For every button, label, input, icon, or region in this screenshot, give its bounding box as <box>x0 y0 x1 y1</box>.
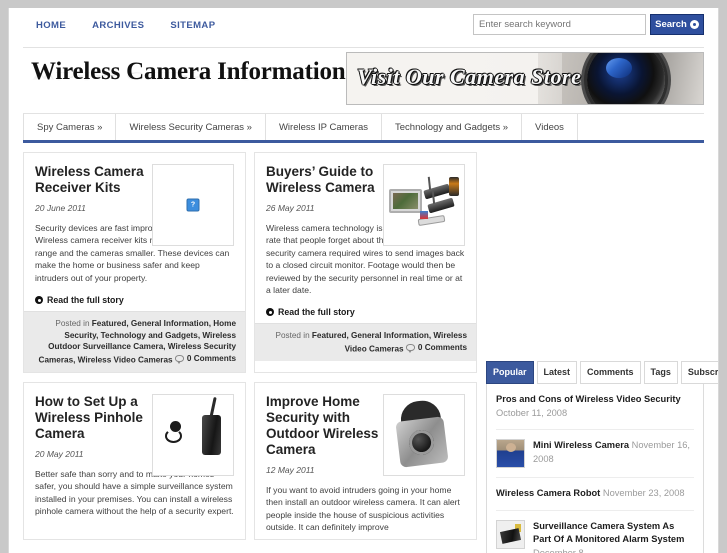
broken-image-glyph: ? <box>191 202 195 209</box>
post-title[interactable]: Buyers’ Guide to Wireless Camera <box>266 164 390 196</box>
tab-comments[interactable]: Comments <box>580 361 641 384</box>
popular-posts-widget: Pros and Cons of Wireless Video Security… <box>486 384 704 553</box>
search-button[interactable]: Search <box>650 14 704 35</box>
post-meta: Posted in Featured, General Information,… <box>255 323 476 360</box>
post-card: Improve Home Security with Outdoor Wirel… <box>254 382 477 541</box>
page-container: HOME ARCHIVES SITEMAP Search Wireless Ca… <box>8 8 719 553</box>
post-thumbnail[interactable] <box>383 394 465 476</box>
popular-item-title[interactable]: Pros and Cons of Wireless Video Security <box>496 394 681 404</box>
site-title[interactable]: Wireless Camera Information <box>31 58 345 86</box>
post-thumbnail[interactable]: ? <box>152 164 234 246</box>
post-comments[interactable]: 0 Comments <box>406 342 467 354</box>
nav-item-wireless-security-cameras[interactable]: Wireless Security Cameras » <box>116 114 265 140</box>
read-more-label: Read the full story <box>278 307 355 317</box>
nav-item-spy-cameras[interactable]: Spy Cameras » <box>23 114 116 140</box>
masthead: Wireless Camera Information Wireless Cam… <box>23 48 704 114</box>
post-comments[interactable]: 0 Comments <box>175 353 236 365</box>
comment-bubble-icon <box>406 344 415 351</box>
bullet-camera-image <box>427 198 454 214</box>
post-card: ? Wireless Camera Receiver Kits 20 June … <box>23 152 246 373</box>
popular-item-text: Mini Wireless Camera November 16, 2008 <box>533 439 694 466</box>
post-title[interactable]: Improve Home Security with Outdoor Wirel… <box>266 394 390 458</box>
main-navigation: Spy Cameras » Wireless Security Cameras … <box>23 114 704 143</box>
popular-item-thumbnail[interactable] <box>496 439 525 468</box>
post-row-top: ? Wireless Camera Receiver Kits 20 June … <box>23 152 478 373</box>
read-more-link[interactable]: Read the full story <box>35 295 234 305</box>
popular-item-date: November 23, 2008 <box>603 488 685 498</box>
topnav-item-archives[interactable]: ARCHIVES <box>92 20 144 31</box>
post-comments-count: 0 Comments <box>187 353 236 365</box>
accessory-image <box>420 211 428 219</box>
dome-camera-image <box>384 395 464 475</box>
sidebar-tab-bar: Popular Latest Comments Tags Subscribe <box>486 361 704 384</box>
tab-popular[interactable]: Popular <box>486 361 534 384</box>
post-meta-prefix: Posted in <box>276 331 310 340</box>
post-meta-prefix: Posted in <box>55 319 89 328</box>
pinhole-camera-image <box>165 429 182 443</box>
camera-body-image <box>395 416 448 468</box>
bullet-icon <box>266 308 274 316</box>
broken-image-icon: ? <box>187 199 200 212</box>
tab-tags[interactable]: Tags <box>644 361 678 384</box>
popular-item-thumbnail[interactable] <box>496 520 525 549</box>
monitor-image <box>389 189 422 213</box>
nav-item-videos[interactable]: Videos <box>522 114 578 140</box>
topnav-item-home[interactable]: HOME <box>36 20 66 31</box>
tab-latest[interactable]: Latest <box>537 361 578 384</box>
comment-bubble-icon <box>175 355 184 362</box>
list-item[interactable]: Surveillance Camera System As Part Of A … <box>496 511 694 553</box>
post-comments-count: 0 Comments <box>418 342 467 354</box>
list-item[interactable]: Wireless Camera Robot November 23, 2008 <box>496 478 694 511</box>
post-card: Buyers’ Guide to Wireless Camera 26 May … <box>254 152 477 373</box>
tab-subscribe[interactable]: Subscribe <box>681 361 719 384</box>
banner-camera-lens-image <box>587 52 665 105</box>
post-excerpt: If you want to avoid intruders going in … <box>266 484 465 534</box>
popular-item-date: October 11, 2008 <box>496 408 567 418</box>
popular-item-title[interactable]: Surveillance Camera System As Part Of A … <box>533 521 684 545</box>
row-spacer <box>23 373 478 382</box>
search-input[interactable] <box>473 14 646 35</box>
popular-item-date: December 8, <box>533 548 586 553</box>
antenna-unit-image <box>449 177 459 196</box>
post-row-bottom: How to Set Up a Wireless Pinhole Camera … <box>23 382 478 541</box>
post-card: How to Set Up a Wireless Pinhole Camera … <box>23 382 246 541</box>
popular-item-text: Pros and Cons of Wireless Video Security… <box>496 393 694 420</box>
bullet-camera-image <box>423 184 450 200</box>
popular-item-title[interactable]: Mini Wireless Camera <box>533 440 629 450</box>
camera-store-banner-ad[interactable]: Visit Our Camera Store <box>346 52 704 105</box>
post-title[interactable]: How to Set Up a Wireless Pinhole Camera <box>35 394 159 442</box>
bullet-icon <box>35 296 43 304</box>
content-area: ? Wireless Camera Receiver Kits 20 June … <box>23 152 704 553</box>
search-arrow-icon <box>690 20 699 29</box>
top-bar: HOME ARCHIVES SITEMAP Search <box>23 8 704 48</box>
popular-item-text: Wireless Camera Robot November 23, 2008 <box>496 487 685 501</box>
topnav-item-sitemap[interactable]: SITEMAP <box>170 20 215 31</box>
popular-item-title[interactable]: Wireless Camera Robot <box>496 488 600 498</box>
read-more-link[interactable]: Read the full story <box>266 307 465 317</box>
read-more-label: Read the full story <box>47 295 124 305</box>
search-button-label: Search <box>655 19 687 30</box>
post-thumbnail[interactable] <box>383 164 465 246</box>
list-item[interactable]: Mini Wireless Camera November 16, 2008 <box>496 430 694 478</box>
nav-item-wireless-ip-cameras[interactable]: Wireless IP Cameras <box>266 114 382 140</box>
sidebar: Popular Latest Comments Tags Subscribe P… <box>486 152 704 553</box>
nav-item-technology-and-gadgets[interactable]: Technology and Gadgets » <box>382 114 522 140</box>
list-item[interactable]: Pros and Cons of Wireless Video Security… <box>496 384 694 430</box>
top-navigation: HOME ARCHIVES SITEMAP <box>36 20 215 31</box>
search-form: Search <box>473 14 704 35</box>
banner-text: Visit Our Camera Store <box>357 64 581 90</box>
router-image <box>202 415 221 455</box>
post-thumbnail[interactable] <box>152 394 234 476</box>
pinhole-router-image <box>153 395 233 475</box>
camera-kit-image <box>384 165 464 245</box>
post-title[interactable]: Wireless Camera Receiver Kits <box>35 164 159 196</box>
post-meta: Posted in Featured, General Information,… <box>24 311 245 372</box>
popular-item-text: Surveillance Camera System As Part Of A … <box>533 520 694 553</box>
post-grid: ? Wireless Camera Receiver Kits 20 June … <box>23 152 478 553</box>
